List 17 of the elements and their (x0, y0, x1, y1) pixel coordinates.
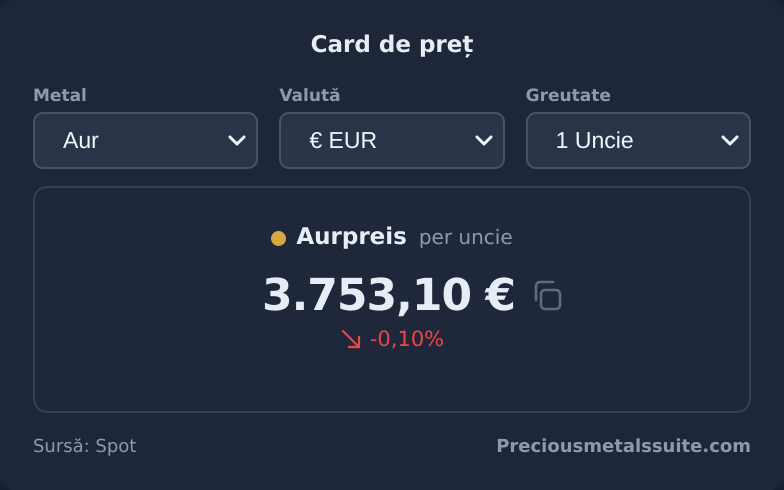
change-percent: -0,10% (370, 327, 444, 351)
chevron-down-icon (228, 134, 246, 146)
chevron-down-icon (474, 134, 493, 146)
card-title: Card de preț (310, 31, 474, 60)
weight-select[interactable]: 1 Uncie (526, 112, 751, 169)
metal-name: Aurpreis (296, 224, 407, 250)
website-link[interactable]: Preciousmetalssuite.com (496, 436, 751, 457)
status-dot (271, 230, 286, 246)
price-value: 3.753,10 € (262, 270, 516, 321)
field-label: Metal (33, 85, 87, 107)
chevron-down-icon (720, 134, 739, 146)
metal-select[interactable]: Aur (33, 112, 258, 169)
currency-select[interactable]: € EUR (279, 112, 505, 169)
unit-label: per uncie (418, 225, 513, 249)
source-label: Sursă: Spot (33, 436, 136, 457)
field-label: Valută (279, 85, 341, 107)
field-label: Greutate (526, 85, 611, 107)
